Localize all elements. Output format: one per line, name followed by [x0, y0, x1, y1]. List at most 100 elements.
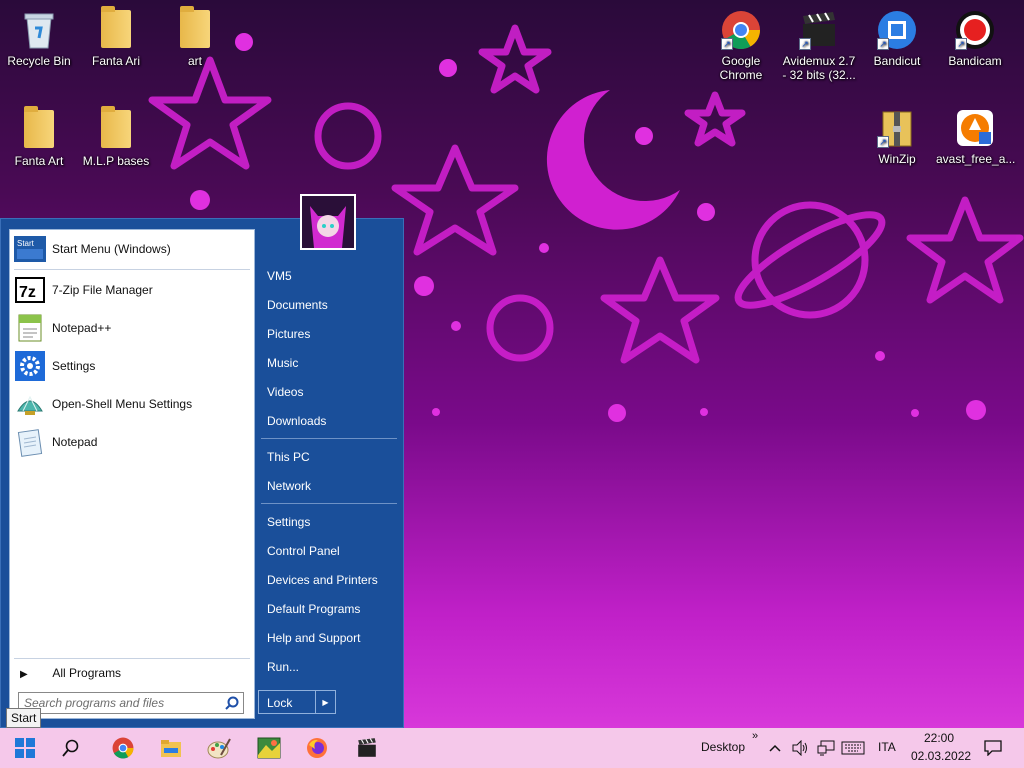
notepad-plus-icon [14, 312, 46, 344]
start-menu-link-videos[interactable]: Videos [267, 385, 303, 399]
start-menu-item-label: Start Menu (Windows) [52, 242, 171, 256]
volume-icon[interactable] [789, 736, 811, 760]
start-tooltip: Start [6, 708, 42, 728]
desktop-icon-winzip[interactable]: ↗ WinZip [858, 108, 936, 166]
search-input[interactable]: Search programs and files [18, 692, 244, 714]
separator [261, 503, 397, 504]
winzip-icon: ↗ [877, 108, 917, 148]
chrome-icon: ↗ [721, 10, 761, 50]
firefox-icon[interactable] [304, 736, 330, 760]
start-menu-places-pane: VM5 Documents Pictures Music Videos Down… [259, 219, 405, 729]
start-menu-link-run[interactable]: Run... [267, 660, 299, 674]
desktop-icon-label: Recycle Bin [7, 54, 71, 68]
search-icon[interactable] [58, 736, 84, 760]
gear-icon [14, 350, 46, 382]
chrome-icon[interactable] [110, 736, 136, 760]
search-icon[interactable] [225, 696, 239, 710]
toolbar-overflow-chevron-icon[interactable]: » [752, 730, 758, 742]
start-button[interactable] [12, 736, 38, 760]
desktop-icon-bandicut[interactable]: ↗ Bandicut [858, 10, 936, 68]
start-menu-link-control-panel[interactable]: Control Panel [267, 544, 340, 558]
folder-icon [175, 6, 215, 50]
desktop-icon-mlp-bases[interactable]: M.L.P bases [77, 106, 155, 168]
start-menu-icon: Start [14, 233, 46, 265]
start-menu-link-settings[interactable]: Settings [267, 515, 310, 529]
svg-text:7z: 7z [19, 284, 36, 301]
start-menu-link-vm5[interactable]: VM5 [267, 269, 292, 283]
desktop-icon-avast[interactable]: avast_free_a... [936, 108, 1016, 166]
desktop-toolbar-label[interactable]: Desktop [701, 740, 745, 754]
start-menu-link-default-programs[interactable]: Default Programs [267, 602, 360, 616]
paint-icon[interactable] [206, 736, 232, 760]
image-viewer-icon[interactable] [256, 736, 282, 760]
windows-logo-icon [15, 738, 35, 758]
chevron-up-icon[interactable] [766, 736, 784, 760]
separator [14, 269, 250, 270]
bandicam-icon: ↗ [955, 10, 995, 50]
folder-icon [96, 106, 136, 150]
desktop-icon-recycle-bin[interactable]: Recycle Bin [0, 10, 78, 68]
lock-button[interactable]: Lock ▶ [258, 690, 336, 714]
notification-center-icon[interactable] [980, 736, 1006, 760]
file-explorer-icon[interactable] [158, 736, 184, 760]
folder-icon [96, 6, 136, 50]
desktop-icon-label: Bandicam [948, 54, 1002, 68]
desktop-icon-fanta-art[interactable]: Fanta Art [0, 106, 78, 168]
start-menu-link-music[interactable]: Music [267, 356, 298, 370]
start-menu-item-label: Notepad [52, 435, 98, 449]
folder-icon [19, 106, 59, 150]
avidemux-icon[interactable] [354, 736, 380, 760]
desktop-icon-google-chrome[interactable]: ↗ Google Chrome [702, 10, 780, 82]
desktop-icon-label: Fanta Ari [91, 54, 141, 68]
desktop-icon-label: avast_free_a... [936, 152, 1016, 166]
desktop-icon-label: Bandicut [873, 54, 921, 68]
lock-label: Lock [267, 696, 293, 710]
start-menu-item-start-menu-windows[interactable]: Start Start Menu (Windows) [14, 232, 252, 266]
keyboard-icon[interactable] [840, 736, 866, 760]
all-programs-button[interactable]: ▶ All Programs [20, 666, 121, 680]
desktop-icon-label: Fanta Art [14, 154, 64, 168]
language-indicator[interactable]: ITA [878, 740, 896, 754]
start-menu-link-downloads[interactable]: Downloads [267, 414, 326, 428]
start-menu-link-network[interactable]: Network [267, 479, 311, 493]
triangle-right-icon: ▶ [20, 669, 28, 680]
start-menu-item-notepad-plus[interactable]: Notepad++ [14, 311, 252, 345]
start-menu-item-settings[interactable]: Settings [14, 349, 252, 383]
start-menu-link-help-support[interactable]: Help and Support [267, 631, 360, 645]
desktop-icon-bandicam[interactable]: ↗ Bandicam [936, 10, 1014, 68]
start-menu-item-label: Notepad++ [52, 321, 112, 335]
separator [14, 658, 250, 659]
clock-date[interactable]: 02.03.2022 [911, 749, 971, 763]
start-menu-item-label: 7-Zip File Manager [52, 283, 153, 297]
desktop-icon-fanta-ari[interactable]: Fanta Ari [77, 6, 155, 68]
desktop-icon-label: Avidemux 2.7 - 32 bits (32... [782, 54, 856, 82]
desktop-icon-avidemux[interactable]: ↗ Avidemux 2.7 - 32 bits (32... [780, 10, 858, 82]
network-icon[interactable] [814, 736, 838, 760]
start-menu-item-open-shell-settings[interactable]: Open-Shell Menu Settings [14, 387, 252, 421]
start-menu-link-pictures[interactable]: Pictures [267, 327, 310, 341]
svg-text:Start: Start [17, 239, 35, 248]
start-menu-item-label: Open-Shell Menu Settings [52, 397, 193, 411]
desktop-icon-label: M.L.P bases [82, 154, 150, 168]
start-menu: Start Start Menu (Windows) 7z 7-Zip File… [0, 218, 404, 728]
shell-icon [14, 388, 46, 420]
start-menu-item-notepad[interactable]: Notepad [14, 425, 252, 459]
all-programs-label: All Programs [52, 666, 122, 680]
recycle-bin-icon [19, 10, 59, 50]
start-menu-link-devices-printers[interactable]: Devices and Printers [267, 573, 378, 587]
separator [261, 438, 397, 439]
taskbar: Desktop » ITA 22:00 02.03.2022 [0, 728, 1024, 768]
desktop-icon-label: Google Chrome [719, 54, 763, 82]
start-menu-link-this-pc[interactable]: This PC [267, 450, 310, 464]
avast-icon [955, 108, 995, 148]
avidemux-icon: ↗ [799, 10, 839, 50]
user-avatar[interactable] [300, 194, 356, 250]
clock-time[interactable]: 22:00 [924, 731, 954, 745]
power-options-arrow-icon[interactable]: ▶ [315, 691, 335, 713]
start-menu-programs-pane: Start Start Menu (Windows) 7z 7-Zip File… [9, 229, 255, 719]
start-menu-item-7zip[interactable]: 7z 7-Zip File Manager [14, 273, 252, 307]
search-placeholder: Search programs and files [24, 696, 165, 710]
7zip-icon: 7z [14, 274, 46, 306]
desktop-icon-art[interactable]: art [156, 6, 234, 68]
start-menu-link-documents[interactable]: Documents [267, 298, 328, 312]
